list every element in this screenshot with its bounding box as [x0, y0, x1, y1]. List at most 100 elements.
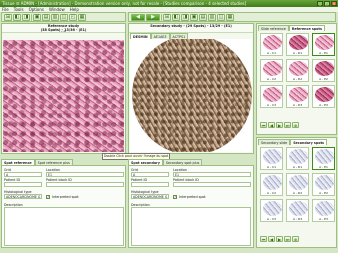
tab-secondary-slide[interactable]: Secondary slide	[258, 139, 291, 145]
spot-thumbnail-image	[263, 87, 282, 102]
thumb-secondary-spot[interactable]: A - D2	[286, 173, 309, 196]
thumb-label: A - C3	[266, 216, 277, 221]
thumb-reference-spot[interactable]: A - E3	[312, 85, 335, 108]
title-bar: Tissue ☰ ADMIN - [Administration] - Demo…	[0, 0, 338, 7]
window-icon[interactable]: ◫	[60, 13, 68, 21]
interpreted-spot-checkbox[interactable]: ✓	[173, 194, 177, 199]
close-button[interactable]: ×	[331, 1, 337, 6]
reference-stain-label: HE	[60, 31, 67, 33]
window-controls: _ □ ×	[317, 1, 337, 6]
grid-field[interactable]: A	[4, 172, 42, 177]
secondary-image-area	[130, 39, 252, 152]
previous-arrow-icon[interactable]: ◀	[131, 13, 145, 21]
thumb-label: A - C2	[266, 76, 277, 81]
thumb-reference-spot[interactable]: A - C3	[260, 85, 283, 108]
toolbar-separator	[161, 13, 162, 21]
thumb-label: A - D2	[292, 190, 303, 195]
first-page-icon[interactable]: ⏮	[260, 236, 267, 242]
window-title: Tissue ☰ ADMIN - [Administration] - Demo…	[2, 1, 247, 6]
thumb-reference-spot[interactable]: A - D1	[286, 33, 309, 56]
secondary-spot-image[interactable]	[132, 39, 252, 152]
reference-spot-image[interactable]	[3, 40, 124, 152]
patient-block-field[interactable]	[46, 182, 124, 187]
thumb-label: A - C1	[266, 50, 277, 55]
reference-thumb-grid: A - C1 A - D1 A - E1 A - C2 A - D2 A - E…	[260, 33, 335, 108]
thumb-label: A - E1	[319, 50, 328, 55]
columns-icon[interactable]: ▥	[51, 13, 59, 21]
thumb-reference-spot-selected[interactable]: A - E1	[312, 33, 335, 56]
thumb-secondary-spot[interactable]: A - D3	[286, 199, 309, 222]
thumb-reference-spot[interactable]: A - D3	[286, 85, 309, 108]
thumb-reference-spot[interactable]: A - E2	[312, 59, 335, 82]
thumb-secondary-spot[interactable]: A - C2	[260, 173, 283, 196]
thumb-label: A - D1	[292, 164, 303, 169]
secondary-spots-panel: Secondary slide Secondary spots A - C1 A…	[256, 137, 337, 248]
zoom-icon[interactable]: ⊕	[292, 236, 299, 242]
secondary-thumb-toolbar: ⏮ ◀ ▶ ⏭ ⊕	[260, 236, 299, 242]
thumb-secondary-spot[interactable]: A - D1	[286, 147, 309, 170]
tab-reference-spots[interactable]: Reference spots	[288, 25, 325, 31]
thumb-secondary-spot[interactable]: A - C3	[260, 199, 283, 222]
table-icon[interactable]: ▦	[78, 13, 86, 21]
first-page-icon[interactable]: ⏮	[260, 122, 267, 128]
thumb-secondary-spot-selected[interactable]: A - E1	[312, 147, 335, 170]
histological-type-field[interactable]: ADENOCARCINOME G	[4, 194, 42, 199]
thumb-reference-spot[interactable]: A - C1	[260, 33, 283, 56]
window-icon[interactable]: ◫	[217, 13, 225, 21]
next-arrow-icon[interactable]: ▶	[146, 13, 160, 21]
layout-icon[interactable]: ◰	[69, 13, 77, 21]
thumb-reference-spot[interactable]: A - D2	[286, 59, 309, 82]
grid-field[interactable]: A	[131, 172, 169, 177]
app-window: Tissue ☰ ADMIN - [Administration] - Demo…	[0, 0, 338, 253]
next-page-icon[interactable]: ▶	[276, 236, 283, 242]
next-page-icon[interactable]: ▶	[276, 122, 283, 128]
thumb-secondary-spot[interactable]: A - C1	[260, 147, 283, 170]
interpreted-spot-label: Interpreted spot	[179, 195, 206, 199]
previous-page-icon[interactable]: ◀	[268, 236, 275, 242]
last-page-icon[interactable]: ⏭	[284, 236, 291, 242]
tab-secondary-spots[interactable]: Secondary spots	[290, 139, 327, 145]
spot-thumbnail-image	[263, 201, 282, 216]
interpreted-spot-checkbox[interactable]: ✓	[46, 194, 50, 199]
thumb-reference-spot[interactable]: A - C2	[260, 59, 283, 82]
thumb-label: A - C3	[266, 102, 277, 107]
reference-study-header: Reference study (38 Spots) - 13/36 - (E1…	[2, 24, 125, 33]
spot-thumbnail-image	[315, 149, 334, 164]
thumb-secondary-spot[interactable]: A - E3	[312, 199, 335, 222]
split-right-icon[interactable]: ◨	[22, 13, 30, 21]
grid-view-icon[interactable]: ⊞	[4, 13, 12, 21]
thumb-secondary-spot[interactable]: A - E2	[312, 173, 335, 196]
location-field[interactable]: E1	[46, 172, 124, 177]
secondary-spot-form: Grid A Location E1 Patient ID Patient bl…	[128, 165, 254, 248]
thumb-label: A - E3	[319, 216, 328, 221]
tab-slide-reference[interactable]: Slide reference	[258, 25, 289, 31]
spot-thumbnail-image	[289, 175, 308, 190]
description-textarea[interactable]	[4, 207, 124, 246]
split-left-icon[interactable]: ◧	[172, 13, 180, 21]
spot-thumbnail-image	[263, 175, 282, 190]
spot-thumbnail-image	[315, 175, 334, 190]
previous-page-icon[interactable]: ◀	[268, 122, 275, 128]
grid-view-icon[interactable]: ⊞	[163, 13, 171, 21]
patient-block-field[interactable]	[173, 182, 251, 187]
patient-id-field[interactable]	[131, 182, 169, 187]
rows-icon[interactable]: ▤	[42, 13, 50, 21]
histological-type-field[interactable]: ADENOCARCINOME G	[131, 194, 169, 199]
minimize-button[interactable]: _	[317, 1, 323, 6]
frame-icon[interactable]: ▣	[33, 13, 41, 21]
location-field[interactable]: E1	[173, 172, 251, 177]
frame-icon[interactable]: ▣	[190, 13, 198, 21]
last-page-icon[interactable]: ⏭	[284, 122, 291, 128]
split-right-icon[interactable]: ◨	[181, 13, 189, 21]
spot-thumbnail-image	[263, 35, 282, 50]
maximize-button[interactable]: □	[324, 1, 330, 6]
description-textarea[interactable]	[131, 207, 251, 246]
reference-study-panel: Reference study (38 Spots) - 13/36 - (E1…	[1, 23, 126, 154]
zoom-icon[interactable]: ⊕	[292, 122, 299, 128]
split-left-icon[interactable]: ◧	[13, 13, 21, 21]
table-icon[interactable]: ▦	[226, 13, 234, 21]
spot-thumbnail-image	[315, 201, 334, 216]
rows-icon[interactable]: ▤	[199, 13, 207, 21]
patient-id-field[interactable]	[4, 182, 42, 187]
columns-icon[interactable]: ▥	[208, 13, 216, 21]
